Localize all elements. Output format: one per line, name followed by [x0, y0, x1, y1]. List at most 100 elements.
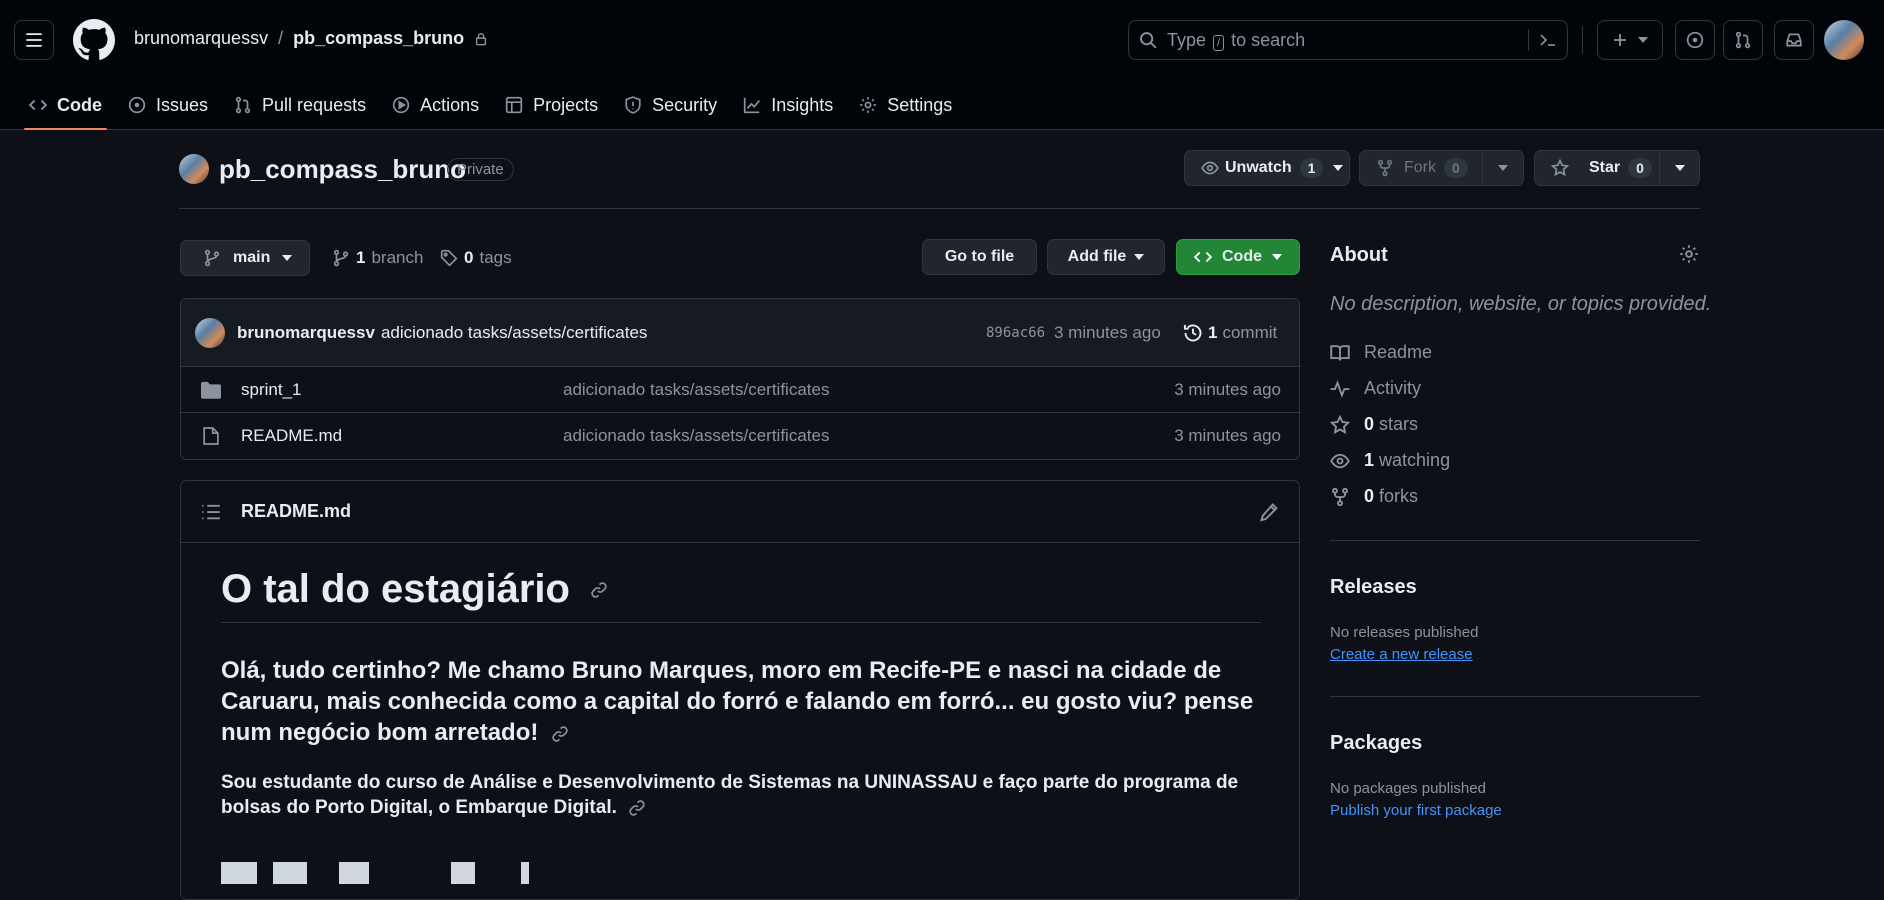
pull-requests-button[interactable] [1723, 20, 1763, 60]
commit-history-link[interactable]: 1 commit [1183, 323, 1277, 343]
github-logo[interactable] [73, 19, 115, 61]
tab-projects[interactable]: Projects [492, 80, 611, 130]
tab-security[interactable]: Security [611, 80, 730, 130]
link-icon[interactable] [551, 725, 569, 743]
file-commit-time: 3 minutes ago [1174, 379, 1281, 399]
tab-issues[interactable]: Issues [115, 80, 221, 130]
create-new-button[interactable] [1597, 20, 1663, 60]
star-list-dropdown-button[interactable] [1659, 150, 1700, 186]
commit-count: 1 [1208, 322, 1218, 342]
star-count: 0 [1628, 158, 1652, 178]
go-to-file-button[interactable]: Go to file [922, 239, 1037, 275]
eye-icon [1330, 453, 1350, 468]
watching-link[interactable]: 1 watching [1330, 450, 1450, 471]
visibility-badge: Private [447, 158, 514, 181]
about-heading: About [1330, 244, 1388, 266]
branch-count: 1 [356, 248, 366, 267]
file-commit-message[interactable]: adicionado tasks/assets/certificates [563, 380, 829, 400]
table-icon [505, 96, 523, 114]
add-file-label: Add file [1067, 248, 1127, 265]
tab-actions[interactable]: Actions [379, 80, 492, 130]
activity-link[interactable]: Activity [1330, 378, 1421, 399]
fork-dropdown-button[interactable] [1482, 150, 1524, 186]
pencil-icon[interactable] [1259, 502, 1279, 522]
stars-link[interactable]: 0 stars [1330, 414, 1418, 435]
tab-actions-label: Actions [420, 94, 480, 115]
command-palette-button[interactable] [1528, 29, 1557, 51]
search-input[interactable]: Type / to search [1128, 20, 1568, 60]
divider [1582, 26, 1583, 54]
readme-paragraph: Sou estudante do curso de Análise e Dese… [221, 770, 1261, 820]
stars-count: 0 [1364, 414, 1375, 434]
global-header: brunomarquessv / pb_compass_bruno Type /… [0, 0, 1884, 130]
repo-header: pb_compass_bruno Private Unwatch 1 Fork … [179, 150, 1700, 209]
repo-nav-tabs: Code Issues Pull requests Actions Projec… [0, 80, 965, 130]
file-row[interactable]: README.md adicionado tasks/assets/certif… [181, 412, 1301, 458]
owner-link[interactable]: brunomarquessv [134, 28, 268, 49]
code-button[interactable]: Code [1176, 239, 1300, 275]
user-avatar[interactable] [1824, 20, 1864, 60]
add-file-button[interactable]: Add file [1047, 239, 1165, 275]
star-icon [1330, 414, 1350, 434]
play-icon [392, 96, 410, 114]
branch-name: main [233, 249, 271, 266]
file-row[interactable]: sprint_1 adicionado tasks/assets/certifi… [181, 366, 1301, 412]
commit-author-avatar[interactable] [195, 317, 225, 348]
branches-link[interactable]: 1 branch [332, 248, 423, 268]
commit-sha[interactable]: 896ac66 [986, 325, 1045, 341]
repo-title[interactable]: pb_compass_bruno [219, 154, 466, 185]
link-icon[interactable] [590, 581, 608, 599]
tags-link[interactable]: 0 tags [440, 248, 512, 268]
packages-heading[interactable]: Packages [1330, 732, 1422, 755]
issue-icon [128, 96, 146, 114]
tab-code[interactable]: Code [16, 80, 115, 130]
inbox-button[interactable] [1774, 20, 1814, 60]
fork-count: 0 [1444, 158, 1468, 178]
gear-icon[interactable] [1679, 244, 1699, 264]
forks-link[interactable]: 0 forks [1330, 486, 1418, 507]
publish-package-link[interactable]: Publish your first package [1330, 802, 1502, 819]
star-button[interactable]: Star 0 [1534, 150, 1660, 186]
divider [1330, 696, 1700, 697]
file-commit-time: 3 minutes ago [1174, 425, 1281, 445]
file-commit-message[interactable]: adicionado tasks/assets/certificates [563, 426, 829, 446]
commit-author[interactable]: brunomarquessv [237, 323, 375, 343]
forks-count: 0 [1364, 486, 1375, 506]
plus-icon [1614, 34, 1626, 46]
file-name[interactable]: README.md [241, 426, 342, 446]
readme-intro: Olá, tudo certinho? Me chamo Bruno Marqu… [221, 655, 1261, 748]
list-unordered-icon[interactable] [201, 503, 221, 521]
tab-insights[interactable]: Insights [730, 80, 846, 130]
readme-link[interactable]: Readme [1330, 342, 1432, 363]
code-icon [29, 99, 47, 111]
git-pull-request-icon [1735, 31, 1751, 49]
caret-down-icon [1638, 37, 1648, 43]
pulse-icon [1330, 379, 1350, 398]
link-icon[interactable] [628, 799, 646, 817]
search-icon [1140, 32, 1157, 49]
menu-button[interactable] [14, 20, 54, 60]
readme-paragraph-text: Sou estudante do curso de Análise e Dese… [221, 772, 1239, 818]
readme-link-label: Readme [1364, 342, 1433, 362]
repo-link[interactable]: pb_compass_bruno [293, 28, 464, 49]
unwatch-button[interactable]: Unwatch 1 [1184, 150, 1350, 186]
graph-icon [744, 97, 761, 114]
caret-down-icon [1674, 165, 1685, 171]
commit-message[interactable]: adicionado tasks/assets/certificates [381, 323, 647, 343]
issues-button[interactable] [1675, 20, 1715, 60]
file-name[interactable]: sprint_1 [241, 380, 301, 400]
fork-button[interactable]: Fork 0 [1359, 150, 1483, 186]
tab-settings[interactable]: Settings [846, 80, 965, 130]
tab-pull-requests-label: Pull requests [262, 94, 367, 115]
readme-heading-text: O tal do estagiário [221, 567, 570, 611]
terminal-icon [1540, 34, 1555, 46]
releases-empty-text: No releases published [1330, 624, 1479, 641]
fork-label: Fork [1404, 159, 1436, 176]
tab-pull-requests[interactable]: Pull requests [221, 80, 379, 130]
branch-select-button[interactable]: main [180, 240, 310, 276]
owner-avatar[interactable] [179, 154, 209, 184]
releases-heading[interactable]: Releases [1330, 576, 1417, 599]
readme-filename[interactable]: README.md [241, 501, 351, 522]
code-icon [1194, 251, 1212, 263]
create-release-link[interactable]: Create a new release [1330, 646, 1473, 663]
